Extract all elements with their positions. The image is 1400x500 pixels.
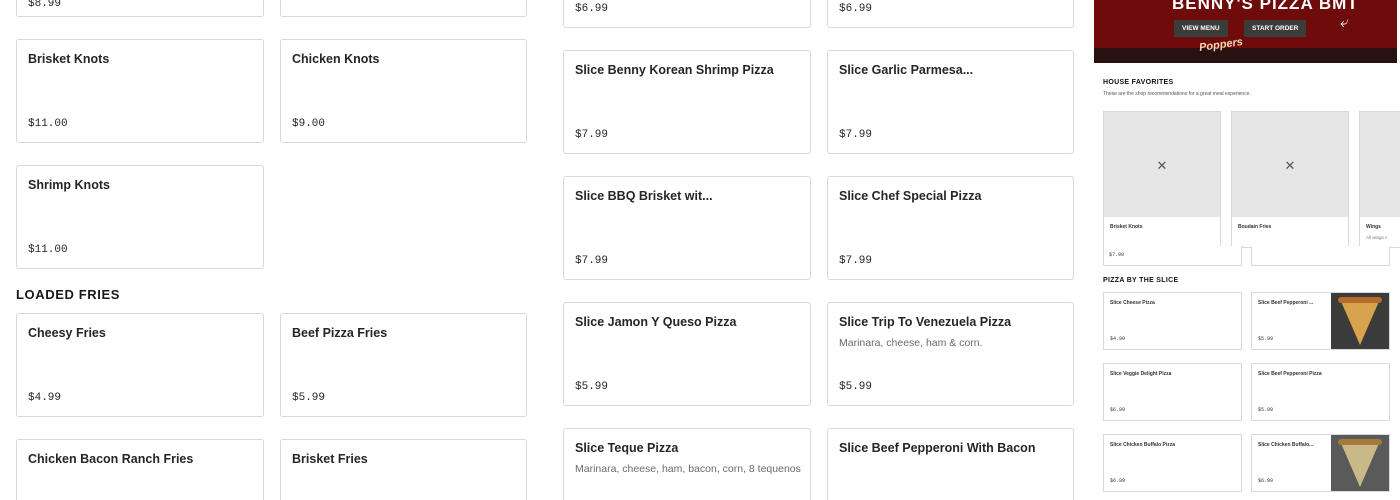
menu-item-card-partial[interactable]: $6.99 [563, 0, 811, 28]
slice-name: Slice Veggie Delight Pizza [1110, 371, 1172, 377]
item-price: $6.99 [575, 3, 609, 15]
item-price: $9.00 [292, 118, 326, 130]
item-price: $11.00 [28, 118, 68, 130]
favorite-name: Wings [1366, 224, 1381, 230]
start-order-button[interactable]: START ORDER [1244, 20, 1307, 37]
pizza-slice-image [1331, 435, 1389, 491]
menu-item-slice-chef-special[interactable]: Slice Chef Special Pizza $7.99 [827, 176, 1074, 280]
item-name: Slice Jamon Y Queso Pizza [575, 315, 737, 329]
item-name: Slice Benny Korean Shrimp Pizza [575, 63, 774, 77]
slice-name: Slice Chicken Buffalo Pizza [1110, 442, 1176, 448]
slice-card[interactable]: Slice Cheese Pizza $4.99 [1103, 292, 1242, 350]
item-name: Slice Garlic Parmesa... [839, 63, 974, 77]
placeholder-image [1360, 112, 1400, 217]
menu-item-slice-trip-to-venezuela[interactable]: Slice Trip To Venezuela Pizza Marinara, … [827, 302, 1074, 406]
item-name: Slice BBQ Brisket wit... [575, 189, 713, 203]
item-name: Slice Beef Pepperoni With Bacon [839, 441, 1036, 455]
item-price: $5.99 [575, 381, 609, 393]
menu-item-slice-benny-korean-shrimp[interactable]: Slice Benny Korean Shrimp Pizza $7.99 [563, 50, 811, 154]
item-name: Slice Trip To Venezuela Pizza [839, 315, 1012, 329]
menu-item-slice-beef-pepperoni-bacon[interactable]: Slice Beef Pepperoni With Bacon [827, 428, 1074, 500]
item-name: Chicken Knots [292, 52, 380, 66]
slice-card[interactable]: Slice Veggie Delight Pizza $6.99 [1103, 363, 1242, 421]
hero-title: BENNY'S PIZZA BMT [1172, 0, 1359, 13]
pizza-slice-image [1331, 293, 1389, 349]
item-price: $7.99 [575, 255, 609, 267]
view-menu-button[interactable]: VIEW MENU [1174, 20, 1228, 37]
slice-price: $4.99 [1110, 336, 1126, 342]
menu-item-slice-garlic-parmesan[interactable]: Slice Garlic Parmesa... $7.99 [827, 50, 1074, 154]
menu-item-chicken-bacon-ranch-fries[interactable]: Chicken Bacon Ranch Fries [16, 439, 264, 500]
favorite-card[interactable]: Wings All wings c [1359, 111, 1400, 248]
hero-banner: BENNY'S PIZZA BMT Poppers VIEW MENU STAR… [1094, 0, 1397, 63]
item-description: Marinara, cheese, ham & corn. [839, 337, 983, 349]
favorite-card-footer[interactable]: $7.99 [1103, 246, 1242, 266]
favorite-name: Brisket Knots [1110, 224, 1143, 230]
menu-item-beef-pizza-fries[interactable]: Beef Pizza Fries $5.99 [280, 313, 527, 417]
menu-item-card-partial[interactable]: $6.99 [827, 0, 1074, 28]
favorite-subtitle: All wings c [1366, 235, 1388, 240]
item-price: $6.99 [839, 3, 873, 15]
menu-item-slice-teque[interactable]: Slice Teque Pizza Marinara, cheese, ham,… [563, 428, 811, 500]
item-name: Brisket Knots [28, 52, 110, 66]
section-title-loaded-fries: LOADED FRIES [16, 287, 120, 302]
item-name: Chicken Bacon Ranch Fries [28, 452, 194, 466]
slice-name: Slice Cheese Pizza [1110, 300, 1155, 306]
item-price: $4.99 [28, 392, 62, 404]
favorite-name: Boudain Fries [1238, 224, 1272, 230]
storefront-preview: BENNY'S PIZZA BMT Poppers VIEW MENU STAR… [1094, 0, 1400, 500]
slice-name: Slice Beef Pepperoni ... [1258, 300, 1314, 306]
item-price: $5.99 [839, 381, 873, 393]
favorite-price: $7.99 [1109, 252, 1125, 258]
placeholder-image: ✕ [1104, 112, 1220, 217]
item-price: $7.99 [839, 129, 873, 141]
slice-price: $6.99 [1110, 407, 1126, 413]
item-name: Beef Pizza Fries [292, 326, 388, 340]
slice-price: $6.99 [1258, 478, 1274, 484]
item-description: Marinara, cheese, ham, bacon, corn, 8 te… [575, 463, 801, 475]
item-price: $7.99 [839, 255, 873, 267]
menu-item-cheesy-fries[interactable]: Cheesy Fries $4.99 [16, 313, 264, 417]
item-price: $8.99 [28, 0, 62, 10]
item-name: Shrimp Knots [28, 178, 110, 192]
utensils-icon: ✕ [1156, 158, 1168, 173]
item-price: $7.99 [575, 129, 609, 141]
house-favorites-title: HOUSE FAVORITES [1103, 79, 1174, 86]
menu-item-slice-jamon-y-queso[interactable]: Slice Jamon Y Queso Pizza $5.99 [563, 302, 811, 406]
slice-card[interactable]: Slice Beef Pepperoni Pizza $5.99 [1251, 363, 1390, 421]
item-name: Slice Teque Pizza [575, 441, 679, 455]
menu-item-slice-bbq-brisket[interactable]: Slice BBQ Brisket wit... $7.99 [563, 176, 811, 280]
item-name: Brisket Fries [292, 452, 368, 466]
slice-card[interactable]: Slice Beef Pepperoni ... $5.99 [1251, 292, 1390, 350]
menu-item-card-partial[interactable]: $8.99 [16, 0, 264, 17]
menu-item-brisket-fries[interactable]: Brisket Fries [280, 439, 527, 500]
favorite-card[interactable]: ✕ Boudain Fries [1231, 111, 1349, 248]
item-name: Cheesy Fries [28, 326, 106, 340]
item-price: $11.00 [28, 244, 68, 256]
favorite-card[interactable]: ✕ Brisket Knots [1103, 111, 1221, 248]
slice-card[interactable]: Slice Chicken Buffalo Pizza $6.99 [1103, 434, 1242, 492]
house-favorites-subtitle: These are the shop recommendations for a… [1103, 91, 1251, 97]
slice-price: $6.99 [1110, 478, 1126, 484]
item-price: $5.99 [292, 392, 326, 404]
item-name: Slice Chef Special Pizza [839, 189, 982, 203]
favorite-card-footer[interactable] [1251, 246, 1390, 266]
menu-item-shrimp-knots[interactable]: Shrimp Knots $11.00 [16, 165, 264, 269]
menu-item-brisket-knots[interactable]: Brisket Knots $11.00 [16, 39, 264, 143]
slice-name: Slice Beef Pepperoni Pizza [1258, 371, 1322, 377]
utensils-icon: ✕ [1284, 158, 1296, 173]
pizza-by-the-slice-title: PIZZA BY THE SLICE [1103, 277, 1179, 284]
slice-price: $5.99 [1258, 336, 1274, 342]
menu-item-card-partial[interactable] [280, 0, 527, 17]
slice-price: $5.99 [1258, 407, 1274, 413]
placeholder-image: ✕ [1232, 112, 1348, 217]
slice-name: Slice Chicken Buffalo... [1258, 442, 1314, 448]
curved-arrow-icon: ⤶ [1340, 14, 1349, 31]
menu-item-chicken-knots[interactable]: Chicken Knots $9.00 [280, 39, 527, 143]
slice-card[interactable]: Slice Chicken Buffalo... $6.99 [1251, 434, 1390, 492]
